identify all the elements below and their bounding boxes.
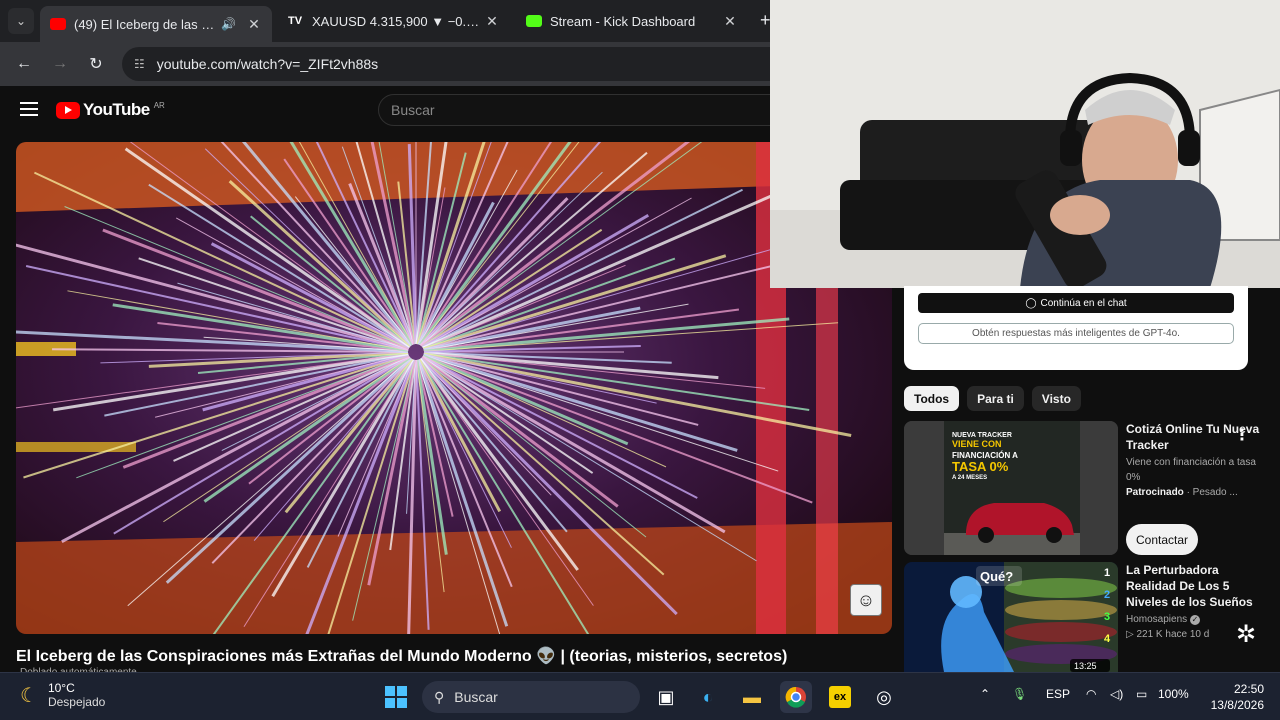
wifi-icon[interactable]: ◠ <box>1086 687 1096 701</box>
volume-icon[interactable]: ◁) <box>1110 687 1123 701</box>
obs-icon[interactable]: ◎ <box>868 681 900 713</box>
show-hidden-icons-icon[interactable]: ⌃ <box>980 687 990 701</box>
exness-icon[interactable]: ex <box>824 681 856 713</box>
speaker-icon[interactable]: 🔊 <box>221 17 236 31</box>
channel-watermark-icon[interactable]: ☺ <box>850 584 882 616</box>
thumbnail-question: Qué? <box>980 569 1013 584</box>
contact-button[interactable]: Contactar <box>1126 524 1199 555</box>
start-icon[interactable] <box>380 681 412 713</box>
more-options-icon[interactable]: ⋮ <box>1234 425 1250 445</box>
video-thumbnail[interactable]: Qué? 1 2 3 4 13:25 <box>904 562 1118 672</box>
country-code: AR <box>153 100 165 110</box>
tab-title: Stream - Kick Dashboard <box>550 13 696 29</box>
site-info-icon[interactable]: ☷ <box>134 57 145 71</box>
battery-icon[interactable]: ▭ <box>1136 687 1147 701</box>
level-4: 4 <box>1104 633 1111 645</box>
gpt-answers-button[interactable]: Obtén respuestas más inteligentes de GPT… <box>918 323 1234 344</box>
edge-icon[interactable]: ◐ <box>692 681 724 713</box>
level-2: 2 <box>1104 589 1110 601</box>
recommendation-filters: Todos Para ti Visto <box>904 386 1081 411</box>
ad-thumbnail[interactable]: NUEVA TRACKER VIENE CON FINANCIACIÓN A T… <box>904 421 1118 555</box>
webcam-overlay <box>770 0 1280 288</box>
video-title: El Iceberg de las Conspiraciones más Ext… <box>16 648 788 665</box>
continue-chat-label: Continúa en el chat <box>1040 297 1127 309</box>
task-view-icon[interactable]: ▣ <box>650 681 682 713</box>
ad-line-4: TASA 0% <box>952 459 1009 474</box>
taskbar: ☾ 10°C Despejado ⚲ Buscar ▣ ◐ ▬ ex ◎ ⌃ 🎙… <box>0 672 1280 720</box>
tab-kick-dashboard[interactable]: Stream - Kick Dashboard ✕ <box>516 6 748 36</box>
level-1: 1 <box>1104 567 1110 579</box>
microphone-icon[interactable]: 🎙 <box>1012 687 1027 701</box>
verified-icon: ✓ <box>1189 615 1200 625</box>
video-player[interactable]: ☺ <box>16 142 892 634</box>
kick-favicon-icon <box>526 15 542 27</box>
youtube-search-input[interactable]: Buscar <box>378 94 798 126</box>
video-frame <box>16 142 892 634</box>
clock-time: 22:50 <box>1233 682 1264 696</box>
sponsor-extra: · Pesado ... <box>1186 487 1238 498</box>
battery-percentage[interactable]: 100% <box>1158 687 1189 701</box>
gpt-ad-card: ◯ Continúa en el chat Obtén respuestas m… <box>904 286 1248 370</box>
video-recommendation[interactable]: Qué? 1 2 3 4 13:25 La Perturbadora Reali… <box>904 562 1280 672</box>
video-rec-title[interactable]: La Perturbadora Realidad De Los 5 Nivele… <box>1126 562 1266 610</box>
file-explorer-icon[interactable]: ▬ <box>736 681 768 713</box>
url-text: youtube.com/watch?v=_ZIFt2vh88s <box>156 56 379 72</box>
weather-widget[interactable]: ☾ 10°C Despejado <box>20 681 105 709</box>
back-icon[interactable]: ← <box>12 52 36 76</box>
menu-icon[interactable] <box>20 102 38 116</box>
youtube-play-icon <box>56 101 80 119</box>
new-tab-icon[interactable]: + <box>760 10 771 31</box>
tradingview-favicon-icon: TV <box>288 15 303 27</box>
level-3: 3 <box>1104 611 1110 623</box>
reload-icon[interactable]: ↻ <box>84 52 108 76</box>
chatgpt-floating-icon[interactable]: ✲ <box>1232 620 1260 648</box>
ad-subtitle: Viene con financiación a tasa 0% <box>1126 457 1256 483</box>
sponsored-recommendation[interactable]: NUEVA TRACKER VIENE CON FINANCIACIÓN A T… <box>904 421 1280 557</box>
video-thumbnail-image: Qué? 1 2 3 4 13:25 <box>904 562 1118 672</box>
sponsored-badge: Patrocinado <box>1126 487 1184 498</box>
chip-visto[interactable]: Visto <box>1031 386 1081 411</box>
temperature: 10°C <box>47 681 75 695</box>
clock-date: 13/8/2026 <box>1210 698 1264 712</box>
youtube-logo[interactable]: YouTube AR <box>56 100 165 120</box>
chat-bubble-icon: ◯ <box>1025 297 1037 309</box>
chip-todos[interactable]: Todos <box>904 386 960 411</box>
gpt-answers-label: Obtén respuestas más inteligentes de GPT… <box>972 328 1180 339</box>
close-tab-icon[interactable]: ✕ <box>484 13 500 30</box>
youtube-favicon-icon <box>50 18 66 30</box>
url-input[interactable]: ☷ youtube.com/watch?v=_ZIFt2vh88s <box>122 47 802 81</box>
moon-icon: ☾ <box>20 684 38 707</box>
video-duration: 13:25 <box>1074 661 1097 671</box>
language-indicator[interactable]: ESP <box>1046 687 1070 701</box>
sponsored-label: Patrocinado · Pesado ... <box>1126 487 1266 498</box>
forward-icon[interactable]: → <box>48 52 72 76</box>
taskbar-search-input[interactable]: ⚲ Buscar <box>422 681 640 713</box>
webcam-image <box>770 0 1280 288</box>
tab-youtube[interactable]: (49) El Iceberg de las Conspiraciones 🔊 … <box>40 6 272 42</box>
ad-line-2: VIENE CON <box>952 439 1002 449</box>
tab-search-dropdown-icon[interactable]: ⌄ <box>8 8 34 34</box>
system-clock[interactable]: 22:50 13/8/2026 <box>1200 681 1264 713</box>
search-placeholder: Buscar <box>391 102 435 118</box>
close-tab-icon[interactable]: ✕ <box>722 13 738 30</box>
continue-chat-button[interactable]: ◯ Continúa en el chat <box>918 293 1234 313</box>
search-icon: ⚲ <box>434 688 445 705</box>
weather-condition: Despejado <box>47 695 106 709</box>
ad-thumbnail-image: NUEVA TRACKER VIENE CON FINANCIACIÓN A T… <box>904 421 1118 555</box>
tab-title: (49) El Iceberg de las Conspiraciones <box>74 16 221 32</box>
channel-name: Homosapiens <box>1126 614 1188 625</box>
chrome-icon[interactable] <box>780 681 812 713</box>
tab-title: XAUUSD 4.315,900 ▼ −0.81% S <box>312 13 484 29</box>
taskbar-search-placeholder: Buscar <box>454 689 498 705</box>
youtube-wordmark: YouTube <box>83 100 150 119</box>
ad-line-1: NUEVA TRACKER <box>952 432 1012 439</box>
close-tab-icon[interactable]: ✕ <box>246 16 262 33</box>
ad-line-5: A 24 MESES <box>952 475 987 481</box>
chip-para-ti[interactable]: Para ti <box>967 386 1024 411</box>
tab-xauusd[interactable]: TV XAUUSD 4.315,900 ▼ −0.81% S ✕ <box>278 6 510 36</box>
